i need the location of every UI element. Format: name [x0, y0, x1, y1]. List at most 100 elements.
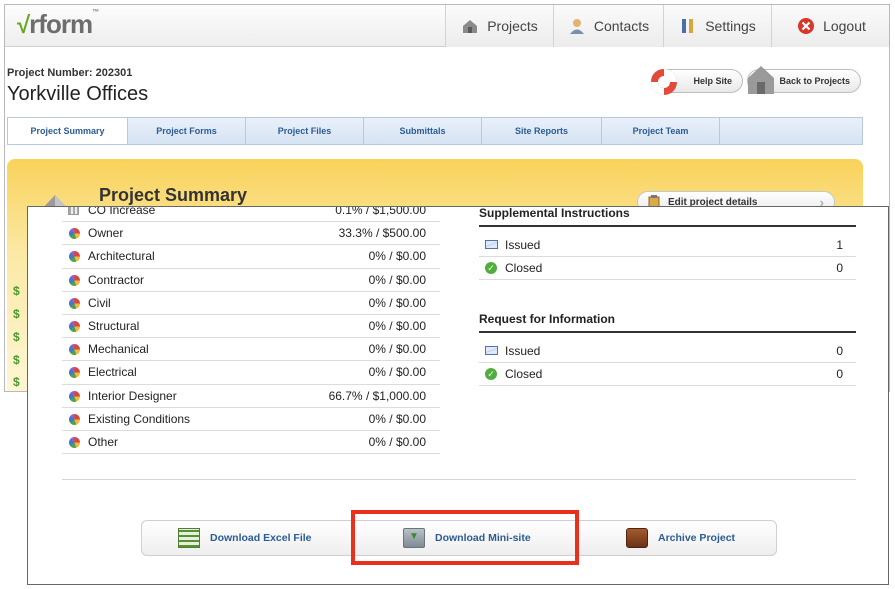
project-name: Yorkville Offices	[7, 83, 149, 105]
close-circle-icon	[797, 17, 815, 35]
back-to-projects-button[interactable]: Back to Projects	[747, 66, 861, 94]
pie-chart-icon	[69, 390, 80, 402]
tab-project-summary[interactable]: Project Summary	[8, 118, 128, 144]
help-site-button[interactable]: Help Site	[651, 69, 743, 95]
row-value: 0% / $0.00	[368, 434, 426, 449]
row-value: 0% / $0.00	[368, 411, 426, 426]
list-item[interactable]: ✓ Closed 0	[479, 257, 856, 280]
pie-chart-icon	[69, 228, 80, 240]
top-navigation-bar: √rform™ Projects Contacts Settings Logou…	[5, 5, 889, 47]
row-label: Electrical	[88, 365, 137, 380]
row-value: 0% / $0.00	[368, 272, 426, 287]
nav-projects-label: Projects	[487, 18, 538, 34]
envelope-icon	[485, 240, 498, 249]
row-value: 1	[836, 238, 843, 252]
logo-trademark: ™	[92, 9, 100, 16]
dollar-icon: $	[13, 284, 20, 298]
tab-project-team[interactable]: Project Team	[602, 118, 720, 144]
nav-settings-label: Settings	[705, 18, 756, 34]
table-row: Contractor 0% / $0.00	[62, 269, 440, 292]
section-divider	[479, 225, 856, 227]
row-label: Interior Designer	[88, 388, 177, 403]
row-value: 0% / $0.00	[368, 342, 426, 357]
tab-project-files[interactable]: Project Files	[246, 118, 364, 144]
row-label: Owner	[88, 226, 124, 241]
table-row: Electrical 0% / $0.00	[62, 361, 440, 385]
row-label: Closed	[505, 367, 543, 381]
row-label: Issued	[505, 238, 541, 252]
row-value: 0% / $0.00	[368, 365, 426, 380]
summary-heading: Project Summary	[99, 185, 248, 205]
archive-project-button[interactable]: Archive Project	[626, 521, 735, 555]
table-row: Interior Designer 66.7% / $1,000.00	[62, 385, 440, 408]
supplemental-instructions-title: Supplemental Instructions	[479, 206, 630, 220]
house-icon	[746, 64, 776, 98]
row-value: 0.1% / $1,500.00	[335, 206, 426, 217]
pie-chart-icon	[69, 367, 80, 379]
tab-submittals[interactable]: Submittals	[364, 118, 482, 144]
logo-check-mark: √	[17, 12, 30, 39]
list-item[interactable]: Issued 0	[479, 340, 856, 363]
briefcase-icon	[626, 528, 648, 548]
row-label: Existing Conditions	[88, 411, 191, 426]
dollar-icon: $	[13, 307, 20, 321]
pie-chart-icon	[69, 413, 80, 425]
row-value: 0	[836, 344, 843, 358]
download-excel-button[interactable]: Download Excel File	[178, 521, 312, 555]
row-label: Mechanical	[88, 342, 149, 357]
pie-chart-icon	[69, 320, 80, 332]
table-row: Structural 0% / $0.00	[62, 315, 440, 339]
table-row: Existing Conditions 0% / $0.00	[62, 408, 440, 431]
spreadsheet-icon	[178, 528, 200, 548]
project-tabs: Project Summary Project Forms Project Fi…	[7, 117, 863, 145]
pie-chart-icon	[69, 344, 80, 356]
nav-contacts-label: Contacts	[593, 18, 650, 34]
nav-settings-button[interactable]: Settings	[663, 5, 771, 47]
download-excel-label: Download Excel File	[210, 532, 312, 544]
tab-project-forms[interactable]: Project Forms	[128, 118, 246, 144]
row-value: 66.7% / $1,000.00	[328, 388, 426, 403]
table-row: Mechanical 0% / $0.00	[62, 338, 440, 362]
pie-chart-icon	[69, 297, 80, 309]
project-number: Project Number: 202301	[7, 67, 133, 79]
nav-projects-button[interactable]: Projects	[445, 5, 553, 47]
archive-project-label: Archive Project	[658, 532, 736, 544]
nav-logout-button[interactable]: Logout	[771, 5, 889, 47]
row-value: 0	[836, 367, 843, 381]
lifebuoy-icon	[648, 66, 680, 100]
nav-contacts-button[interactable]: Contacts	[553, 5, 663, 47]
person-icon	[568, 17, 586, 35]
envelope-icon	[485, 346, 498, 355]
list-item[interactable]: Issued 1	[479, 234, 856, 257]
row-label: Other	[88, 434, 119, 449]
tab-site-reports[interactable]: Site Reports	[482, 118, 602, 144]
table-row: Other 0% / $0.00	[62, 431, 440, 455]
check-circle-icon: ✓	[485, 368, 497, 380]
pie-chart-icon	[69, 436, 80, 448]
table-row: CO Increase 0.1% / $1,500.00	[62, 206, 440, 223]
logo-text: rform	[29, 9, 93, 39]
nav-logout-label: Logout	[823, 18, 866, 34]
table-row: Owner 33.3% / $500.00	[62, 222, 440, 246]
row-label: Architectural	[88, 249, 155, 264]
tools-icon	[679, 17, 697, 35]
calculator-icon	[68, 207, 79, 215]
divider	[62, 479, 856, 480]
rform-logo[interactable]: √rform™	[17, 9, 99, 40]
list-item[interactable]: ✓ Closed 0	[479, 363, 856, 386]
table-row: Civil 0% / $0.00	[62, 292, 440, 315]
table-row: Architectural 0% / $0.00	[62, 245, 440, 269]
row-label: Closed	[505, 261, 543, 275]
house-icon	[461, 17, 479, 35]
section-divider	[479, 331, 856, 333]
check-circle-icon: ✓	[485, 262, 497, 274]
row-value: 0% / $0.00	[368, 249, 426, 264]
cost-breakdown-table: CO Increase 0.1% / $1,500.00 Owner 33.3%…	[62, 206, 440, 455]
pie-chart-icon	[69, 251, 80, 263]
row-label: Issued	[505, 344, 541, 358]
highlight-box	[351, 510, 579, 565]
row-value: 0% / $0.00	[368, 318, 426, 333]
row-value: 0	[836, 261, 843, 275]
row-label: CO Increase	[88, 206, 156, 217]
pie-chart-icon	[69, 274, 80, 286]
